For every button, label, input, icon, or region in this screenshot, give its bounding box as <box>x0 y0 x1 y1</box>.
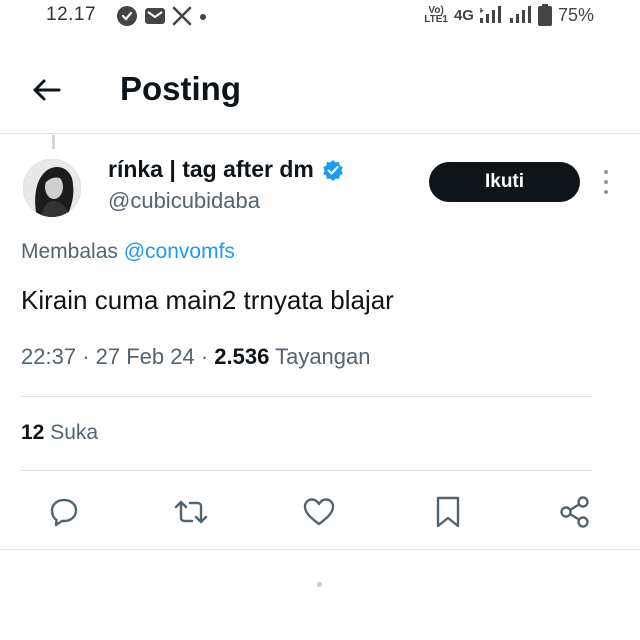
notification-app-icon <box>117 6 137 26</box>
arrow-left-icon <box>33 79 61 101</box>
more-notifications-dot-icon <box>200 14 206 20</box>
like-button[interactable] <box>301 494 337 530</box>
bookmark-icon <box>436 496 460 528</box>
back-button[interactable] <box>28 72 64 108</box>
like-icon <box>303 498 335 526</box>
tweet-meta: 22:37 · 27 Feb 24 · 2.536 Tayangan <box>21 344 371 370</box>
status-bar: 12.17 Vo) LTE1 4G 75% <box>0 0 640 34</box>
more-dot-icon <box>604 180 608 184</box>
battery-percent: 75% <box>557 4 594 25</box>
divider <box>20 470 592 471</box>
more-dot-icon <box>604 170 608 174</box>
follow-button[interactable]: Ikuti <box>429 162 580 202</box>
views-label: Tayangan <box>275 344 371 369</box>
author-name-row[interactable]: rínka | tag after dm <box>108 156 344 183</box>
tweet-time[interactable]: 22:37 <box>21 344 76 369</box>
action-bar <box>0 488 640 536</box>
more-options-button[interactable] <box>596 170 616 194</box>
signal-icon <box>479 6 501 23</box>
author-handle[interactable]: @cubicubidaba <box>108 188 260 214</box>
tweet-text: Kirain cuma main2 trnyata blajar <box>21 285 394 315</box>
page-title: Posting <box>120 70 241 107</box>
views-count: 2.536 <box>214 344 270 369</box>
meta-separator: · <box>82 344 96 369</box>
reply-button[interactable] <box>46 494 82 530</box>
notification-icons <box>116 5 208 27</box>
likes-summary[interactable]: 12 Suka <box>21 421 98 445</box>
reply-icon <box>50 498 78 527</box>
avatar-image <box>23 159 81 217</box>
status-right: Vo) LTE1 4G 75% <box>424 4 594 26</box>
more-dot-icon <box>604 190 608 194</box>
network-type: 4G <box>453 6 474 24</box>
signal-2-icon <box>509 6 531 23</box>
retweet-button[interactable] <box>173 494 209 530</box>
likes-count: 12 <box>21 421 45 444</box>
reply-to-link[interactable]: @convomfs <box>124 240 235 263</box>
reply-prefix: Membalas <box>21 240 118 263</box>
likes-label: Suka <box>50 421 99 444</box>
reply-context: Membalas @convomfs <box>21 240 235 264</box>
share-icon <box>560 496 589 528</box>
divider <box>0 549 640 550</box>
verified-badge-icon <box>323 159 343 181</box>
avatar[interactable] <box>23 159 81 217</box>
tweet-date[interactable]: 27 Feb 24 <box>96 344 195 369</box>
thread-connector-line <box>52 135 55 149</box>
page-indicator-dot <box>317 582 322 587</box>
mail-icon <box>145 8 165 24</box>
app-header: Posting <box>0 50 640 134</box>
share-button[interactable] <box>557 494 593 530</box>
x-app-icon <box>172 6 192 26</box>
meta-separator: · <box>200 344 215 369</box>
retweet-icon <box>174 500 208 524</box>
status-time: 12.17 <box>46 4 97 25</box>
volte-indicator: Vo) LTE1 <box>424 5 448 25</box>
divider <box>20 396 592 397</box>
bookmark-button[interactable] <box>430 494 466 530</box>
author-name[interactable]: rínka | tag after dm <box>108 156 314 183</box>
battery-icon <box>537 4 552 26</box>
